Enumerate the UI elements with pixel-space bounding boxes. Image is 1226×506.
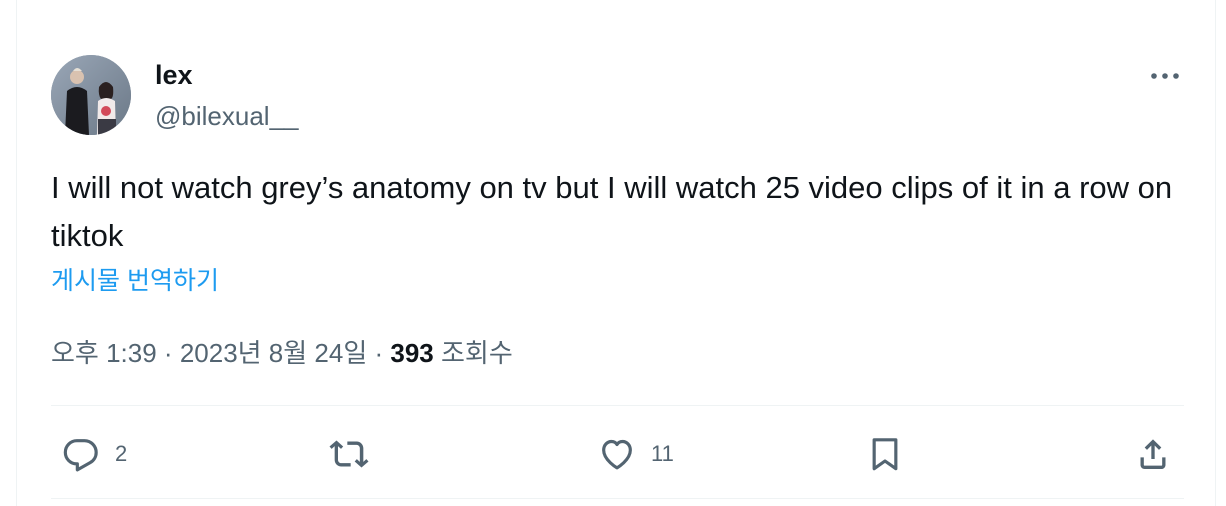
divider: [51, 498, 1184, 499]
tweet-metadata: 오후 1:39 · 2023년 8월 24일 · 393 조회수: [51, 334, 513, 372]
tweet-time[interactable]: 오후 1:39: [51, 338, 157, 368]
tweet-date[interactable]: 2023년 8월 24일: [180, 338, 367, 368]
divider: [51, 405, 1184, 406]
reply-icon: [63, 439, 98, 472]
tweet-text: I will not watch grey’s anatomy on tv bu…: [51, 170, 1173, 253]
display-name[interactable]: lex: [155, 58, 193, 92]
views-label: 조회수: [441, 338, 513, 368]
translate-post-link[interactable]: 게시물 번역하기: [51, 263, 219, 299]
share-icon: [1140, 439, 1166, 469]
reply-count: 2: [115, 441, 128, 466]
retweet-button[interactable]: [329, 432, 369, 476]
like-button[interactable]: 11: [597, 432, 674, 476]
more-horizontal-icon: [1151, 73, 1179, 79]
avatar[interactable]: [51, 55, 131, 135]
tweet-card: lex @bilexual__ I will not watch grey’s …: [16, 0, 1216, 506]
bookmark-icon: [872, 438, 898, 471]
like-count: 11: [651, 441, 674, 466]
retweet-icon: [329, 440, 369, 468]
avatar-image: [51, 55, 131, 135]
bookmark-button[interactable]: [865, 432, 905, 476]
meta-separator: ·: [163, 338, 173, 368]
views-count: 393: [390, 338, 434, 368]
meta-separator: ·: [374, 338, 384, 368]
more-options-button[interactable]: [1147, 58, 1183, 94]
share-button[interactable]: [1133, 432, 1173, 476]
user-handle[interactable]: @bilexual__: [155, 99, 298, 133]
reply-button[interactable]: 2: [61, 432, 127, 476]
heart-icon: [602, 439, 632, 470]
